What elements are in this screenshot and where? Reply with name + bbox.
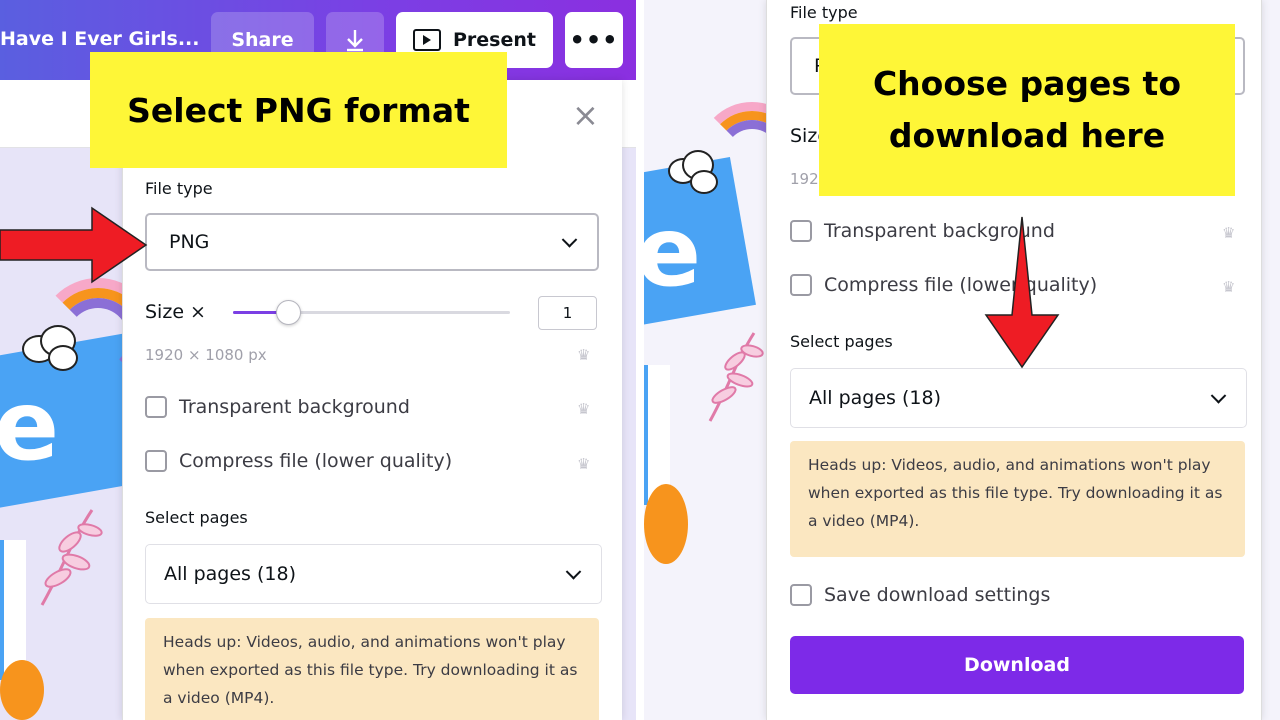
dimensions-partial: 192	[790, 170, 819, 188]
transparent-label: Transparent background	[179, 396, 410, 418]
callout-select-png: Select PNG format	[90, 52, 507, 168]
select-pages-dropdown[interactable]: All pages (18)	[145, 544, 602, 604]
crown-icon: ♛	[577, 400, 591, 418]
file-type-select[interactable]: PNG	[145, 213, 599, 271]
select-pages-value: All pages (18)	[809, 387, 941, 409]
heart-art	[0, 660, 44, 720]
transparent-checkbox[interactable]	[790, 220, 812, 242]
file-type-value: PNG	[169, 231, 210, 253]
download-button[interactable]: Download	[790, 636, 1244, 694]
close-icon[interactable]: ×	[572, 99, 599, 131]
compress-checkbox[interactable]	[145, 450, 167, 472]
save-settings-label: Save download settings	[824, 584, 1051, 606]
right-screenshot: e File type P Size 192 Transparent backg…	[644, 0, 1280, 720]
save-download-settings-option[interactable]: Save download settings	[790, 584, 1050, 606]
crown-icon: ♛	[577, 455, 591, 473]
heart-art	[644, 484, 688, 564]
size-label: Size ×	[145, 301, 206, 323]
present-screen-icon	[413, 29, 441, 51]
present-label: Present	[453, 29, 536, 51]
select-pages-value: All pages (18)	[164, 563, 296, 585]
left-screenshot: e Have I Ever Girls... Share Present •••…	[0, 0, 636, 720]
letter-e-art: e	[0, 370, 60, 482]
leaf-branch-art	[40, 509, 103, 606]
chevron-down-icon	[565, 564, 582, 580]
select-pages-dropdown[interactable]: All pages (18)	[790, 368, 1247, 428]
file-type-label: File type	[790, 3, 858, 22]
compress-file-option[interactable]: Compress file (lower quality)	[145, 450, 452, 472]
note-card-art	[0, 540, 26, 680]
crown-icon: ♛	[1222, 224, 1236, 242]
panel-divider	[636, 0, 644, 720]
transparent-background-option[interactable]: Transparent background	[145, 396, 410, 418]
red-arrow-right-icon	[0, 206, 148, 284]
compress-label: Compress file (lower quality)	[179, 450, 453, 472]
chevron-down-icon	[561, 232, 578, 248]
size-input[interactable]: 1	[538, 296, 597, 330]
leaf-branch-art	[708, 332, 764, 422]
crown-icon: ♛	[577, 346, 591, 364]
select-pages-label: Select pages	[145, 508, 248, 527]
document-title[interactable]: Have I Ever Girls...	[0, 28, 199, 50]
size-slider-thumb[interactable]	[276, 300, 301, 325]
callout-choose-pages: Choose pages to download here	[819, 24, 1235, 196]
letter-e-art: e	[644, 196, 702, 308]
more-options-button[interactable]: •••	[565, 12, 623, 68]
transparent-checkbox[interactable]	[145, 396, 167, 418]
file-type-label: File type	[145, 179, 213, 198]
crown-icon: ♛	[1222, 278, 1236, 296]
select-pages-label: Select pages	[790, 332, 893, 351]
tutorial-composite: e Have I Ever Girls... Share Present •••…	[0, 0, 1280, 720]
export-notice: Heads up: Videos, audio, and animations …	[145, 618, 599, 720]
dimensions-text: 1920 × 1080 px	[145, 346, 267, 364]
compress-checkbox[interactable]	[790, 274, 812, 296]
download-arrow-icon	[347, 30, 363, 52]
export-notice: Heads up: Videos, audio, and animations …	[790, 441, 1245, 557]
save-settings-checkbox[interactable]	[790, 584, 812, 606]
chevron-down-icon	[1210, 388, 1227, 404]
red-arrow-down-icon	[984, 216, 1060, 369]
